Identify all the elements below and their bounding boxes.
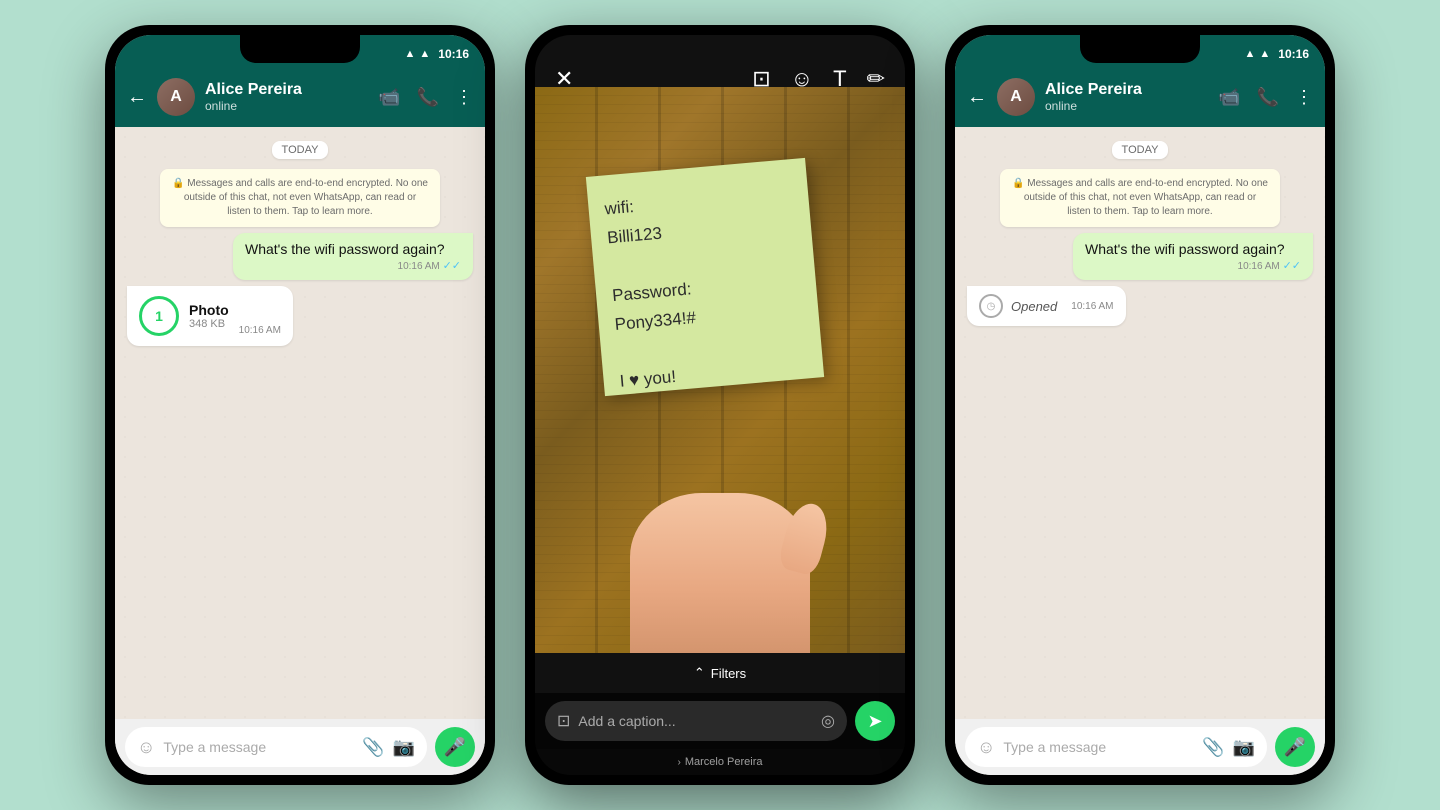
contact-status-3: online bbox=[1045, 99, 1208, 113]
attach-icon-1[interactable]: 📎 bbox=[362, 737, 384, 758]
contact-status-1: online bbox=[205, 99, 368, 113]
sent-text-3: What's the wifi password again? bbox=[1085, 241, 1285, 257]
input-pill-1[interactable]: ☺ Type a message 📎 📷 bbox=[125, 727, 427, 767]
chat-body-3: TODAY 🔒 Messages and calls are end-to-en… bbox=[955, 127, 1325, 719]
opened-time: 10:16 AM bbox=[1071, 301, 1113, 312]
input-bar-3: ☺ Type a message 📎 📷 🎤 bbox=[955, 719, 1325, 775]
message-placeholder-3: Type a message bbox=[1003, 739, 1194, 755]
message-placeholder-1: Type a message bbox=[163, 739, 354, 755]
chat-body-1: TODAY 🔒 Messages and calls are end-to-en… bbox=[115, 127, 485, 719]
voice-call-icon-3[interactable]: 📞 bbox=[1257, 87, 1279, 108]
camera-icon-1[interactable]: 📷 bbox=[393, 737, 415, 758]
credit-chevron: › bbox=[678, 757, 681, 768]
wifi-icon: ▲ bbox=[405, 48, 416, 60]
signal-icon: ▲ bbox=[419, 48, 430, 60]
attach-icon-3[interactable]: 📎 bbox=[1202, 737, 1224, 758]
one-time-icon[interactable]: ◎ bbox=[821, 711, 835, 731]
phone-notch bbox=[240, 35, 360, 63]
contact-info-1: Alice Pereira online bbox=[205, 81, 368, 113]
chat-header-1: ← A Alice Pereira online 📹 📞 ⋮ bbox=[115, 67, 485, 127]
wifi-icon-3: ▲ bbox=[1245, 48, 1256, 60]
status-time-1: 10:16 bbox=[438, 47, 469, 61]
photo-label-1: Photo bbox=[189, 302, 229, 318]
opened-icon: ◷ bbox=[979, 294, 1003, 318]
credit-text: Marcelo Pereira bbox=[685, 756, 763, 768]
voice-call-icon-1[interactable]: 📞 bbox=[417, 87, 439, 108]
input-pill-3[interactable]: ☺ Type a message 📎 📷 bbox=[965, 727, 1267, 767]
filters-bar: ⌃ Filters bbox=[535, 653, 905, 693]
back-button-1[interactable]: ← bbox=[127, 86, 147, 109]
status-time-3: 10:16 bbox=[1278, 47, 1309, 61]
date-badge-1: TODAY bbox=[272, 141, 329, 159]
credit-bar: › Marcelo Pereira bbox=[535, 749, 905, 775]
contact-info-3: Alice Pereira online bbox=[1045, 81, 1208, 113]
more-options-icon-3[interactable]: ⋮ bbox=[1295, 87, 1313, 108]
sent-text-1: What's the wifi password again? bbox=[245, 241, 445, 257]
ticks-1: ✓✓ bbox=[443, 260, 461, 272]
hand-area bbox=[630, 493, 810, 653]
photo-icon-1: 1 bbox=[139, 296, 179, 336]
photo-bubble-1[interactable]: 1 Photo 348 KB 10:16 AM bbox=[127, 286, 293, 346]
sent-message-3: What's the wifi password again? 10:16 AM… bbox=[1073, 233, 1313, 280]
avatar-3: A bbox=[997, 78, 1035, 116]
emoji-icon-input-1[interactable]: ☺ bbox=[137, 737, 155, 758]
photo-info-1: Photo 348 KB bbox=[189, 302, 229, 330]
filters-chevron-icon: ⌃ bbox=[694, 665, 705, 681]
camera-icon-3[interactable]: 📷 bbox=[1233, 737, 1255, 758]
encryption-notice-3[interactable]: 🔒 Messages and calls are end-to-end encr… bbox=[1000, 169, 1280, 227]
caption-pill[interactable]: ⊡ Add a caption... ◎ bbox=[545, 701, 847, 741]
header-icons-3: 📹 📞 ⋮ bbox=[1218, 87, 1313, 108]
send-button[interactable]: ➤ bbox=[855, 701, 895, 741]
caption-bar: ⊡ Add a caption... ◎ ➤ bbox=[535, 693, 905, 749]
video-call-icon-3[interactable]: 📹 bbox=[1218, 87, 1240, 108]
opened-text: Opened bbox=[1011, 299, 1057, 314]
caption-placeholder: Add a caption... bbox=[578, 713, 813, 729]
back-button-3[interactable]: ← bbox=[967, 86, 987, 109]
video-call-icon-1[interactable]: 📹 bbox=[378, 87, 400, 108]
avatar-1: A bbox=[157, 78, 195, 116]
sent-time-3: 10:16 AM ✓✓ bbox=[1238, 259, 1301, 272]
sticky-note: wifi: Billi123 Password: Pony334!# I ♥ y… bbox=[586, 158, 824, 396]
caption-media-icon: ⊡ bbox=[557, 711, 570, 731]
photo-time-1: 10:16 AM bbox=[239, 325, 281, 336]
opened-bubble: ◷ Opened 10:16 AM bbox=[967, 286, 1126, 326]
emoji-icon-input-3[interactable]: ☺ bbox=[977, 737, 995, 758]
encryption-notice-1[interactable]: 🔒 Messages and calls are end-to-end encr… bbox=[160, 169, 440, 227]
phone-3: ▲ ▲ 10:16 ← A Alice Pereira online 📹 📞 ⋮… bbox=[945, 25, 1335, 785]
photo-size-1: 348 KB bbox=[189, 318, 229, 330]
filters-label[interactable]: Filters bbox=[711, 666, 746, 681]
chat-header-3: ← A Alice Pereira online 📹 📞 ⋮ bbox=[955, 67, 1325, 127]
mic-button-1[interactable]: 🎤 bbox=[435, 727, 475, 767]
phone-notch-3 bbox=[1080, 35, 1200, 63]
sent-time-1: 10:16 AM ✓✓ bbox=[398, 259, 461, 272]
phone-1: ▲ ▲ 10:16 ← A Alice Pereira online 📹 📞 ⋮… bbox=[105, 25, 495, 785]
sent-message-1: What's the wifi password again? 10:16 AM… bbox=[233, 233, 473, 280]
contact-name-3: Alice Pereira bbox=[1045, 81, 1208, 99]
sticky-text: wifi: Billi123 Password: Pony334!# I ♥ y… bbox=[604, 188, 703, 397]
input-bar-1: ☺ Type a message 📎 📷 🎤 bbox=[115, 719, 485, 775]
mic-button-3[interactable]: 🎤 bbox=[1275, 727, 1315, 767]
signal-icon-3: ▲ bbox=[1259, 48, 1270, 60]
ticks-3: ✓✓ bbox=[1283, 260, 1301, 272]
contact-name-1: Alice Pereira bbox=[205, 81, 368, 99]
header-icons-1: 📹 📞 ⋮ bbox=[378, 87, 473, 108]
hand-shape bbox=[630, 493, 810, 653]
date-badge-3: TODAY bbox=[1112, 141, 1169, 159]
photo-content: wifi: Billi123 Password: Pony334!# I ♥ y… bbox=[535, 87, 905, 653]
phone-2: ✕ ⊡ ☺ T ✏ wifi: Billi123 Password: Pony3… bbox=[525, 25, 915, 785]
viewer-toolbar: ✕ ⊡ ☺ T ✏ bbox=[535, 35, 905, 87]
more-options-icon-1[interactable]: ⋮ bbox=[455, 87, 473, 108]
